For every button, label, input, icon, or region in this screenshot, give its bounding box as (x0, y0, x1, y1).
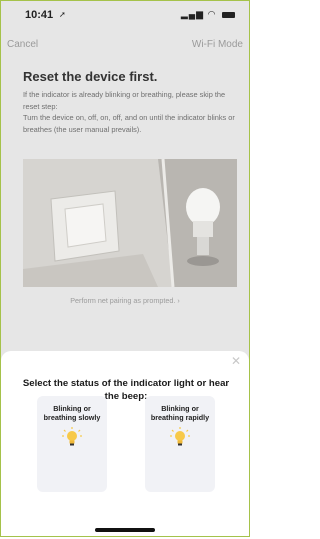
instructions-line-1: If the indicator is already blinking or … (23, 90, 226, 111)
lightbulb-icon (170, 427, 190, 446)
location-arrow-icon: ➚ (59, 10, 66, 19)
cancel-button[interactable]: Cancel (7, 39, 38, 50)
net-pairing-link[interactable]: Perform net pairing as prompted. › (1, 296, 249, 305)
option-label: Blinking or breathing slowly (43, 404, 101, 422)
wifi-mode-button[interactable]: Wi-Fi Mode (192, 39, 243, 50)
wifi-icon: ◠ (207, 9, 217, 19)
home-indicator[interactable] (95, 528, 155, 532)
close-icon[interactable]: ✕ (231, 354, 241, 368)
instructions-line-2: Turn the device on, off, on, off, and on… (23, 113, 235, 134)
lightbulb-icon (62, 427, 82, 446)
option-blinking-slowly[interactable]: Blinking or breathing slowly (37, 396, 107, 492)
battery-icon (222, 11, 235, 18)
indicator-status-sheet: ✕ Select the status of the indicator lig… (1, 351, 249, 536)
status-time: 10:41 (25, 9, 54, 21)
option-blinking-rapidly[interactable]: Blinking or breathing rapidly (145, 396, 215, 492)
phone-screen: 10:41 ➚ ▂▄▆ ◠ Cancel Wi-Fi Mode Reset th… (0, 0, 250, 537)
reset-instructions: If the indicator is already blinking or … (23, 89, 237, 135)
wall-switch-icon (50, 190, 120, 262)
device-illustration (23, 159, 237, 287)
cellular-signal-icon: ▂▄▆ (180, 9, 205, 19)
system-icons: ▂▄▆ ◠ (181, 9, 235, 20)
status-bar: 10:41 ➚ ▂▄▆ ◠ (1, 1, 249, 25)
page-title: Reset the device first. (23, 69, 158, 84)
option-label: Blinking or breathing rapidly (150, 404, 210, 422)
nav-bar: Cancel Wi-Fi Mode (1, 35, 249, 55)
